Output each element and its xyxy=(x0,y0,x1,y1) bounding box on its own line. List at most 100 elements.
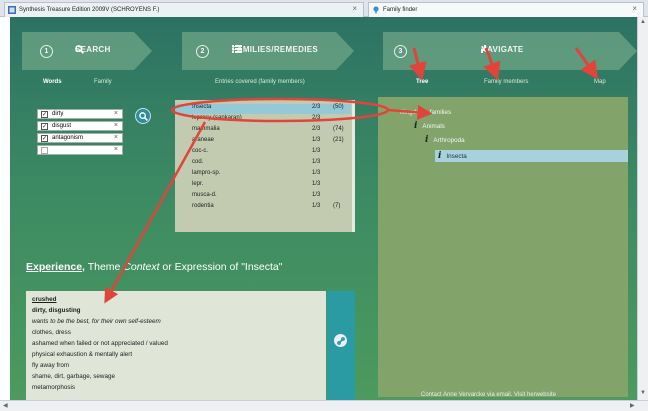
link-button[interactable] xyxy=(334,334,347,347)
word-checkbox[interactable]: ✓ xyxy=(41,134,48,142)
step-search[interactable]: 1 SEARCH xyxy=(22,32,152,70)
remove-word-icon[interactable]: × xyxy=(114,146,118,153)
entry-name: rodentia xyxy=(192,203,214,209)
entry-fraction: 2/3 xyxy=(312,126,321,132)
tab-family[interactable]: Family xyxy=(94,79,112,85)
scroll-up-icon[interactable]: ▲ xyxy=(640,19,646,25)
entry-name: araneae xyxy=(192,137,215,143)
search-icon xyxy=(138,111,148,121)
list-item[interactable]: cod. 1/3 xyxy=(175,159,351,169)
entry-name: cod. xyxy=(192,159,204,165)
tree-node-label: Arthropoda xyxy=(433,136,465,144)
list-item[interactable]: lepr. 1/3 xyxy=(175,181,351,191)
family-finder-icon xyxy=(373,6,379,14)
word-row[interactable]: ✓ dirty × xyxy=(37,109,123,119)
list-item[interactable]: leprosy (sankaran) 2/3 xyxy=(175,115,351,125)
entry-fraction: 1/3 xyxy=(312,159,321,165)
entry-fraction: 1/3 xyxy=(312,192,321,198)
entry-fraction: 2/3 xyxy=(312,115,321,121)
word-checkbox[interactable]: ✓ xyxy=(41,122,48,130)
tab-words[interactable]: Words xyxy=(43,79,62,85)
scroll-left-icon[interactable]: ◀ xyxy=(3,402,8,409)
tab-synthesis[interactable]: Synthesis Treasure Edition 2009V (SCHROY… xyxy=(4,2,364,17)
entry-name: lampro-sp. xyxy=(192,170,221,176)
tab-title: Family finder xyxy=(383,7,418,13)
scroll-right-icon[interactable]: ▶ xyxy=(630,402,635,409)
list-item[interactable]: physical exhaustion & mentally alert xyxy=(32,351,132,358)
step-navigate[interactable]: 3 NAVIGATE xyxy=(383,32,637,70)
entry-fraction: 1/3 xyxy=(312,170,321,176)
step-label-wrap: NAVIGATE xyxy=(481,45,524,54)
entries-covered-label: Entries covered (family members) xyxy=(215,79,305,85)
close-icon[interactable]: × xyxy=(352,4,357,13)
remove-word-icon[interactable]: × xyxy=(114,122,118,129)
experience-list: crushed dirty, disgusting wants to be th… xyxy=(26,291,326,400)
info-icon[interactable]: i xyxy=(438,151,441,161)
list-item[interactable]: rodentia 1/3 (7) xyxy=(175,203,351,213)
entry-count: (7) xyxy=(333,203,341,209)
step-families-remedies[interactable]: 2 FAMILIES/REMEDIES xyxy=(182,32,354,70)
entries-list: Insecta 2/3 (50) leprosy (sankaran) 2/3 … xyxy=(175,100,353,232)
vertical-scrollbar[interactable]: ▲ ▼ xyxy=(637,17,648,400)
list-item[interactable]: fly away from xyxy=(32,362,69,369)
tree-node-selected[interactable]: i Insecta xyxy=(435,150,628,162)
list-item[interactable]: musca-d. 1/3 xyxy=(175,192,351,202)
list-item[interactable]: shame, dirt, garbage, sewage xyxy=(32,373,115,380)
word-row-empty[interactable]: × xyxy=(37,145,123,155)
tab-family-members[interactable]: Family members xyxy=(484,79,528,85)
entries-scrollbar[interactable] xyxy=(352,100,355,232)
entry-count: (74) xyxy=(333,126,344,132)
contact-link[interactable]: Contact Anne Vervarcke via email. Visit … xyxy=(421,392,556,398)
list-item[interactable]: clothes, dress xyxy=(32,329,71,336)
word-checkbox[interactable] xyxy=(41,146,48,154)
tree-node-label: Animals xyxy=(422,122,445,130)
word-checkbox[interactable]: ✓ xyxy=(41,110,48,118)
list-item[interactable]: mammalia 2/3 (74) xyxy=(175,126,351,136)
list-item[interactable]: coc-c. 1/3 xyxy=(175,148,351,158)
step-label-wrap: SEARCH xyxy=(75,45,111,54)
tab-map[interactable]: Map xyxy=(594,79,606,85)
list-item[interactable]: crushed xyxy=(32,296,57,303)
list-item[interactable]: dirty, disgusting xyxy=(32,307,81,314)
word-row[interactable]: ✓ disgust × xyxy=(37,121,123,131)
search-icon xyxy=(75,45,84,54)
word-row[interactable]: ✓ antagonism × xyxy=(37,133,123,143)
word-text[interactable]: antagonism xyxy=(52,135,83,141)
tab-family-finder[interactable]: Family finder × xyxy=(368,2,644,17)
info-icon[interactable]: i xyxy=(414,121,417,131)
screenshot-root: Synthesis Treasure Edition 2009V (SCHROY… xyxy=(0,0,648,411)
entry-name: coc-c. xyxy=(192,148,209,154)
tree-node-label: Kingdoms families xyxy=(400,109,452,116)
entry-fraction: 1/3 xyxy=(312,148,321,154)
list-icon xyxy=(232,45,242,53)
info-icon[interactable]: i xyxy=(425,135,428,145)
list-item[interactable]: ashamed when failed or not appreciated /… xyxy=(32,340,168,347)
list-item[interactable]: wants to be the best, for their own self… xyxy=(32,318,161,325)
entry-count: (21) xyxy=(333,137,344,143)
tree-node[interactable]: Kingdoms families xyxy=(400,109,451,116)
family-finder-app: 1 SEARCH 2 FAMILIES/REMEDIES 3 NAVIGATE … xyxy=(10,17,637,400)
list-item[interactable]: metamorphosis xyxy=(32,384,75,391)
entry-name: mammalia xyxy=(192,126,220,132)
close-icon[interactable]: × xyxy=(632,4,637,13)
word-text[interactable]: disgust xyxy=(52,123,71,129)
app-icon xyxy=(8,6,16,14)
link-icon xyxy=(336,336,345,345)
tab-tree[interactable]: Tree xyxy=(416,79,428,85)
word-text[interactable]: dirty xyxy=(52,111,63,117)
remove-word-icon[interactable]: × xyxy=(114,110,118,117)
remove-word-icon[interactable]: × xyxy=(114,134,118,141)
search-button[interactable] xyxy=(135,108,151,124)
list-item[interactable]: araneae 1/3 (21) xyxy=(175,137,351,147)
entry-count: (50) xyxy=(333,104,344,110)
list-item[interactable]: lampro-sp. 1/3 xyxy=(175,170,351,180)
heading-experience: Experience, xyxy=(26,261,85,273)
tree-node[interactable]: i Animals xyxy=(414,121,445,131)
navigate-icon xyxy=(481,45,489,53)
scroll-down-icon[interactable]: ▼ xyxy=(640,390,646,396)
list-item[interactable]: Insecta 2/3 (50) xyxy=(175,104,351,114)
heading-theme: Theme xyxy=(87,261,121,273)
horizontal-scrollbar[interactable]: ◀ ▶ xyxy=(0,400,648,411)
heading-rest: or Expression of "Insecta" xyxy=(162,261,283,273)
tree-node[interactable]: i Arthropoda xyxy=(425,135,465,145)
